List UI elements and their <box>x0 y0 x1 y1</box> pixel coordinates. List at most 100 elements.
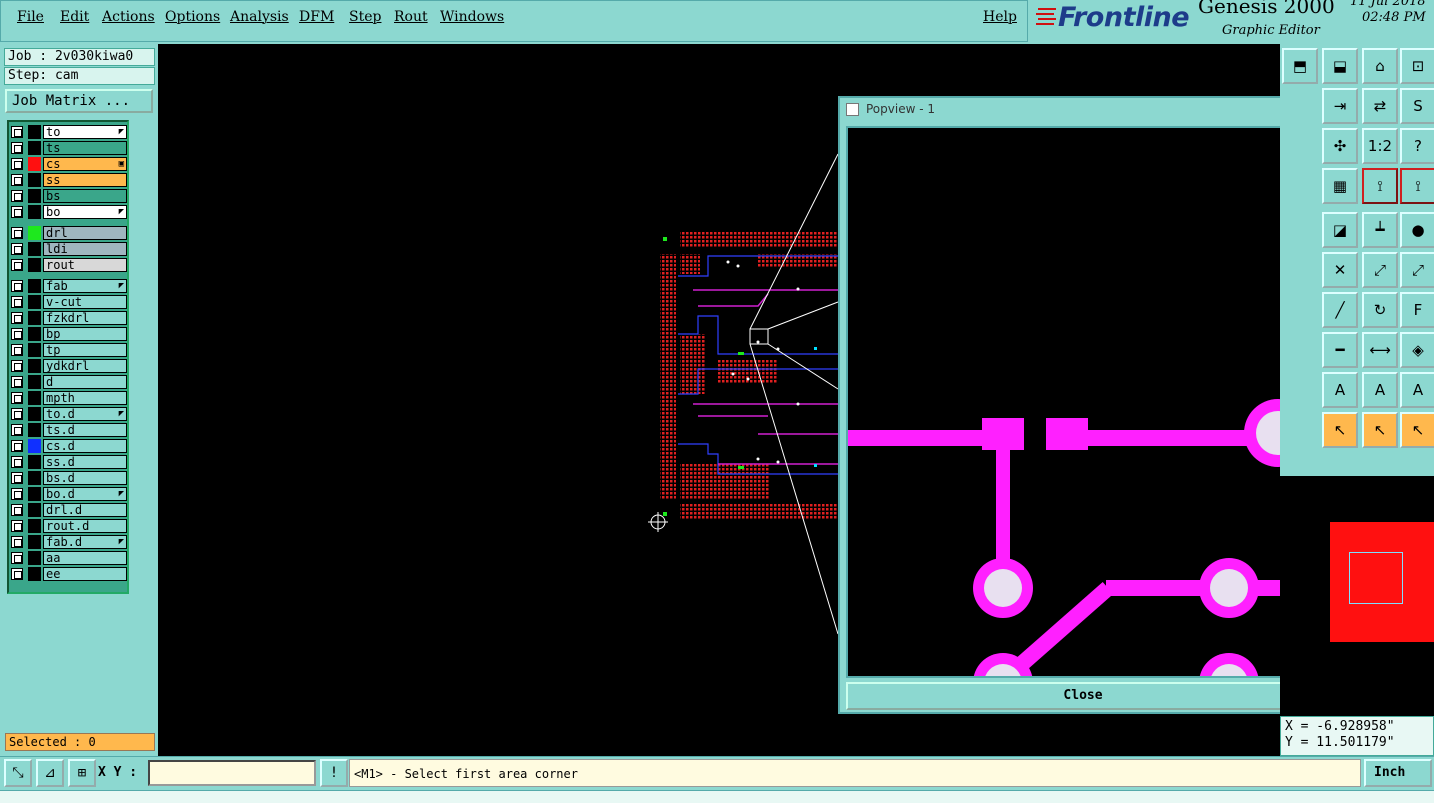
layer-checkbox[interactable] <box>11 142 23 154</box>
layer-checkbox[interactable] <box>11 392 23 404</box>
layer-checkbox[interactable] <box>11 190 23 202</box>
menu-help[interactable]: Help <box>983 9 1017 25</box>
layer-name[interactable]: ss.d <box>43 455 127 469</box>
layer-checkbox[interactable] <box>11 536 23 548</box>
layer-checkbox[interactable] <box>11 259 23 271</box>
layer-name[interactable]: fab ◤ <box>43 279 127 293</box>
layer-name[interactable]: drl.d <box>43 503 127 517</box>
layer-name[interactable]: mpth <box>43 391 127 405</box>
layer-name[interactable]: d <box>43 375 127 389</box>
tool-window-icon[interactable]: ⊡ <box>1400 48 1434 84</box>
layer-row-rout[interactable]: rout <box>11 258 127 272</box>
menu-actions[interactable]: Actions <box>102 9 155 25</box>
layer-row-aa[interactable]: aa <box>11 551 127 565</box>
layer-name[interactable]: bo ◤ <box>43 205 127 219</box>
tool-text-icon[interactable]: F <box>1400 292 1434 328</box>
job-matrix-button[interactable]: Job Matrix ... <box>5 89 153 113</box>
layer-checkbox[interactable] <box>11 552 23 564</box>
layer-color-swatch[interactable] <box>28 157 41 171</box>
measure-mode-icon[interactable]: ⊿ <box>36 759 64 787</box>
layer-color-swatch[interactable] <box>28 311 41 325</box>
layer-checkbox[interactable] <box>11 328 23 340</box>
tool-analysis3-icon[interactable]: A <box>1400 372 1434 408</box>
layer-row-v-cut[interactable]: v-cut <box>11 295 127 309</box>
layer-name[interactable]: to.d ◤ <box>43 407 127 421</box>
tool-measure-icon[interactable]: ⟷ <box>1362 332 1398 368</box>
layer-checkbox[interactable] <box>11 408 23 420</box>
layer-name[interactable]: bp <box>43 327 127 341</box>
tool-snap-icon[interactable]: ⤢ <box>1362 252 1398 288</box>
layer-color-swatch[interactable] <box>28 173 41 187</box>
layer-name[interactable]: cs.d <box>43 439 127 453</box>
layer-name[interactable]: rout <box>43 258 127 272</box>
layer-name[interactable]: bs.d <box>43 471 127 485</box>
grid-mode-icon[interactable]: ⊞ <box>68 759 96 787</box>
layer-row-cs[interactable]: cs ▣ <box>11 157 127 171</box>
layer-checkbox[interactable] <box>11 174 23 186</box>
tool-route-icon[interactable]: S <box>1400 88 1434 124</box>
layer-color-swatch[interactable] <box>28 535 41 549</box>
layer-row-ss[interactable]: ss <box>11 173 127 187</box>
layer-name[interactable]: bs <box>43 189 127 203</box>
layer-color-swatch[interactable] <box>28 189 41 203</box>
layer-color-swatch[interactable] <box>28 455 41 469</box>
layer-name[interactable]: ee <box>43 567 127 581</box>
layer-row-ldi[interactable]: ldi <box>11 242 127 256</box>
layer-color-swatch[interactable] <box>28 375 41 389</box>
layer-row-mpth[interactable]: mpth <box>11 391 127 405</box>
layer-checkbox[interactable] <box>11 158 23 170</box>
layer-checkbox[interactable] <box>11 424 23 436</box>
layer-row-ydkdrl[interactable]: ydkdrl <box>11 359 127 373</box>
layer-checkbox[interactable] <box>11 296 23 308</box>
layer-row-cs-d[interactable]: cs.d <box>11 439 127 453</box>
layer-checkbox[interactable] <box>11 472 23 484</box>
layer-color-swatch[interactable] <box>28 258 41 272</box>
layer-name[interactable]: ss <box>43 173 127 187</box>
layer-checkbox[interactable] <box>11 360 23 372</box>
layer-row-d[interactable]: d <box>11 375 127 389</box>
menu-step[interactable]: Step <box>349 9 381 25</box>
layer-row-bs[interactable]: bs <box>11 189 127 203</box>
layer-color-swatch[interactable] <box>28 327 41 341</box>
layer-color-swatch[interactable] <box>28 567 41 581</box>
layer-row-to[interactable]: to ◤ <box>11 125 127 139</box>
layer-row-bs-d[interactable]: bs.d <box>11 471 127 485</box>
layer-checkbox[interactable] <box>11 280 23 292</box>
layer-color-swatch[interactable] <box>28 391 41 405</box>
tool-pan-icon[interactable]: ✣ <box>1322 128 1358 164</box>
layer-checkbox[interactable] <box>11 344 23 356</box>
tool-select2-icon[interactable]: ↖ <box>1362 412 1398 448</box>
tool-net-icon[interactable]: ⟟ <box>1362 168 1398 204</box>
tool-dot-icon[interactable]: ● <box>1400 212 1434 248</box>
tool-layer-down-icon[interactable]: ⬓ <box>1322 48 1358 84</box>
layer-name[interactable]: ts.d <box>43 423 127 437</box>
layer-name[interactable]: ldi <box>43 242 127 256</box>
layer-row-fzkdrl[interactable]: fzkdrl <box>11 311 127 325</box>
tool-flip-icon[interactable]: ⇄ <box>1362 88 1398 124</box>
layer-color-swatch[interactable] <box>28 503 41 517</box>
menu-file[interactable]: File <box>17 9 44 25</box>
layer-row-drl-d[interactable]: drl.d <box>11 503 127 517</box>
layer-checkbox[interactable] <box>11 504 23 516</box>
layer-color-swatch[interactable] <box>28 359 41 373</box>
tool-analysis2-icon[interactable]: A <box>1362 372 1398 408</box>
layer-name[interactable]: ts <box>43 141 127 155</box>
tool-net2-icon[interactable]: ⟟ <box>1400 168 1434 204</box>
layer-row-bp[interactable]: bp <box>11 327 127 341</box>
layer-name[interactable]: to ◤ <box>43 125 127 139</box>
tool-grid-icon[interactable]: ▦ <box>1322 168 1358 204</box>
tool-select-icon[interactable]: ↖ <box>1322 412 1358 448</box>
tool-help-icon[interactable]: ? <box>1400 128 1434 164</box>
units-select[interactable]: Inch <box>1364 759 1432 787</box>
menu-options[interactable]: Options <box>165 9 220 25</box>
layer-name[interactable]: ydkdrl <box>43 359 127 373</box>
layer-color-swatch[interactable] <box>28 439 41 453</box>
layer-name[interactable]: drl <box>43 226 127 240</box>
layer-checkbox[interactable] <box>11 126 23 138</box>
layer-row-ts-d[interactable]: ts.d <box>11 423 127 437</box>
layer-color-swatch[interactable] <box>28 519 41 533</box>
layer-color-swatch[interactable] <box>28 295 41 309</box>
layer-color-swatch[interactable] <box>28 343 41 357</box>
layer-checkbox[interactable] <box>11 456 23 468</box>
menu-dfm[interactable]: DFM <box>299 9 334 25</box>
